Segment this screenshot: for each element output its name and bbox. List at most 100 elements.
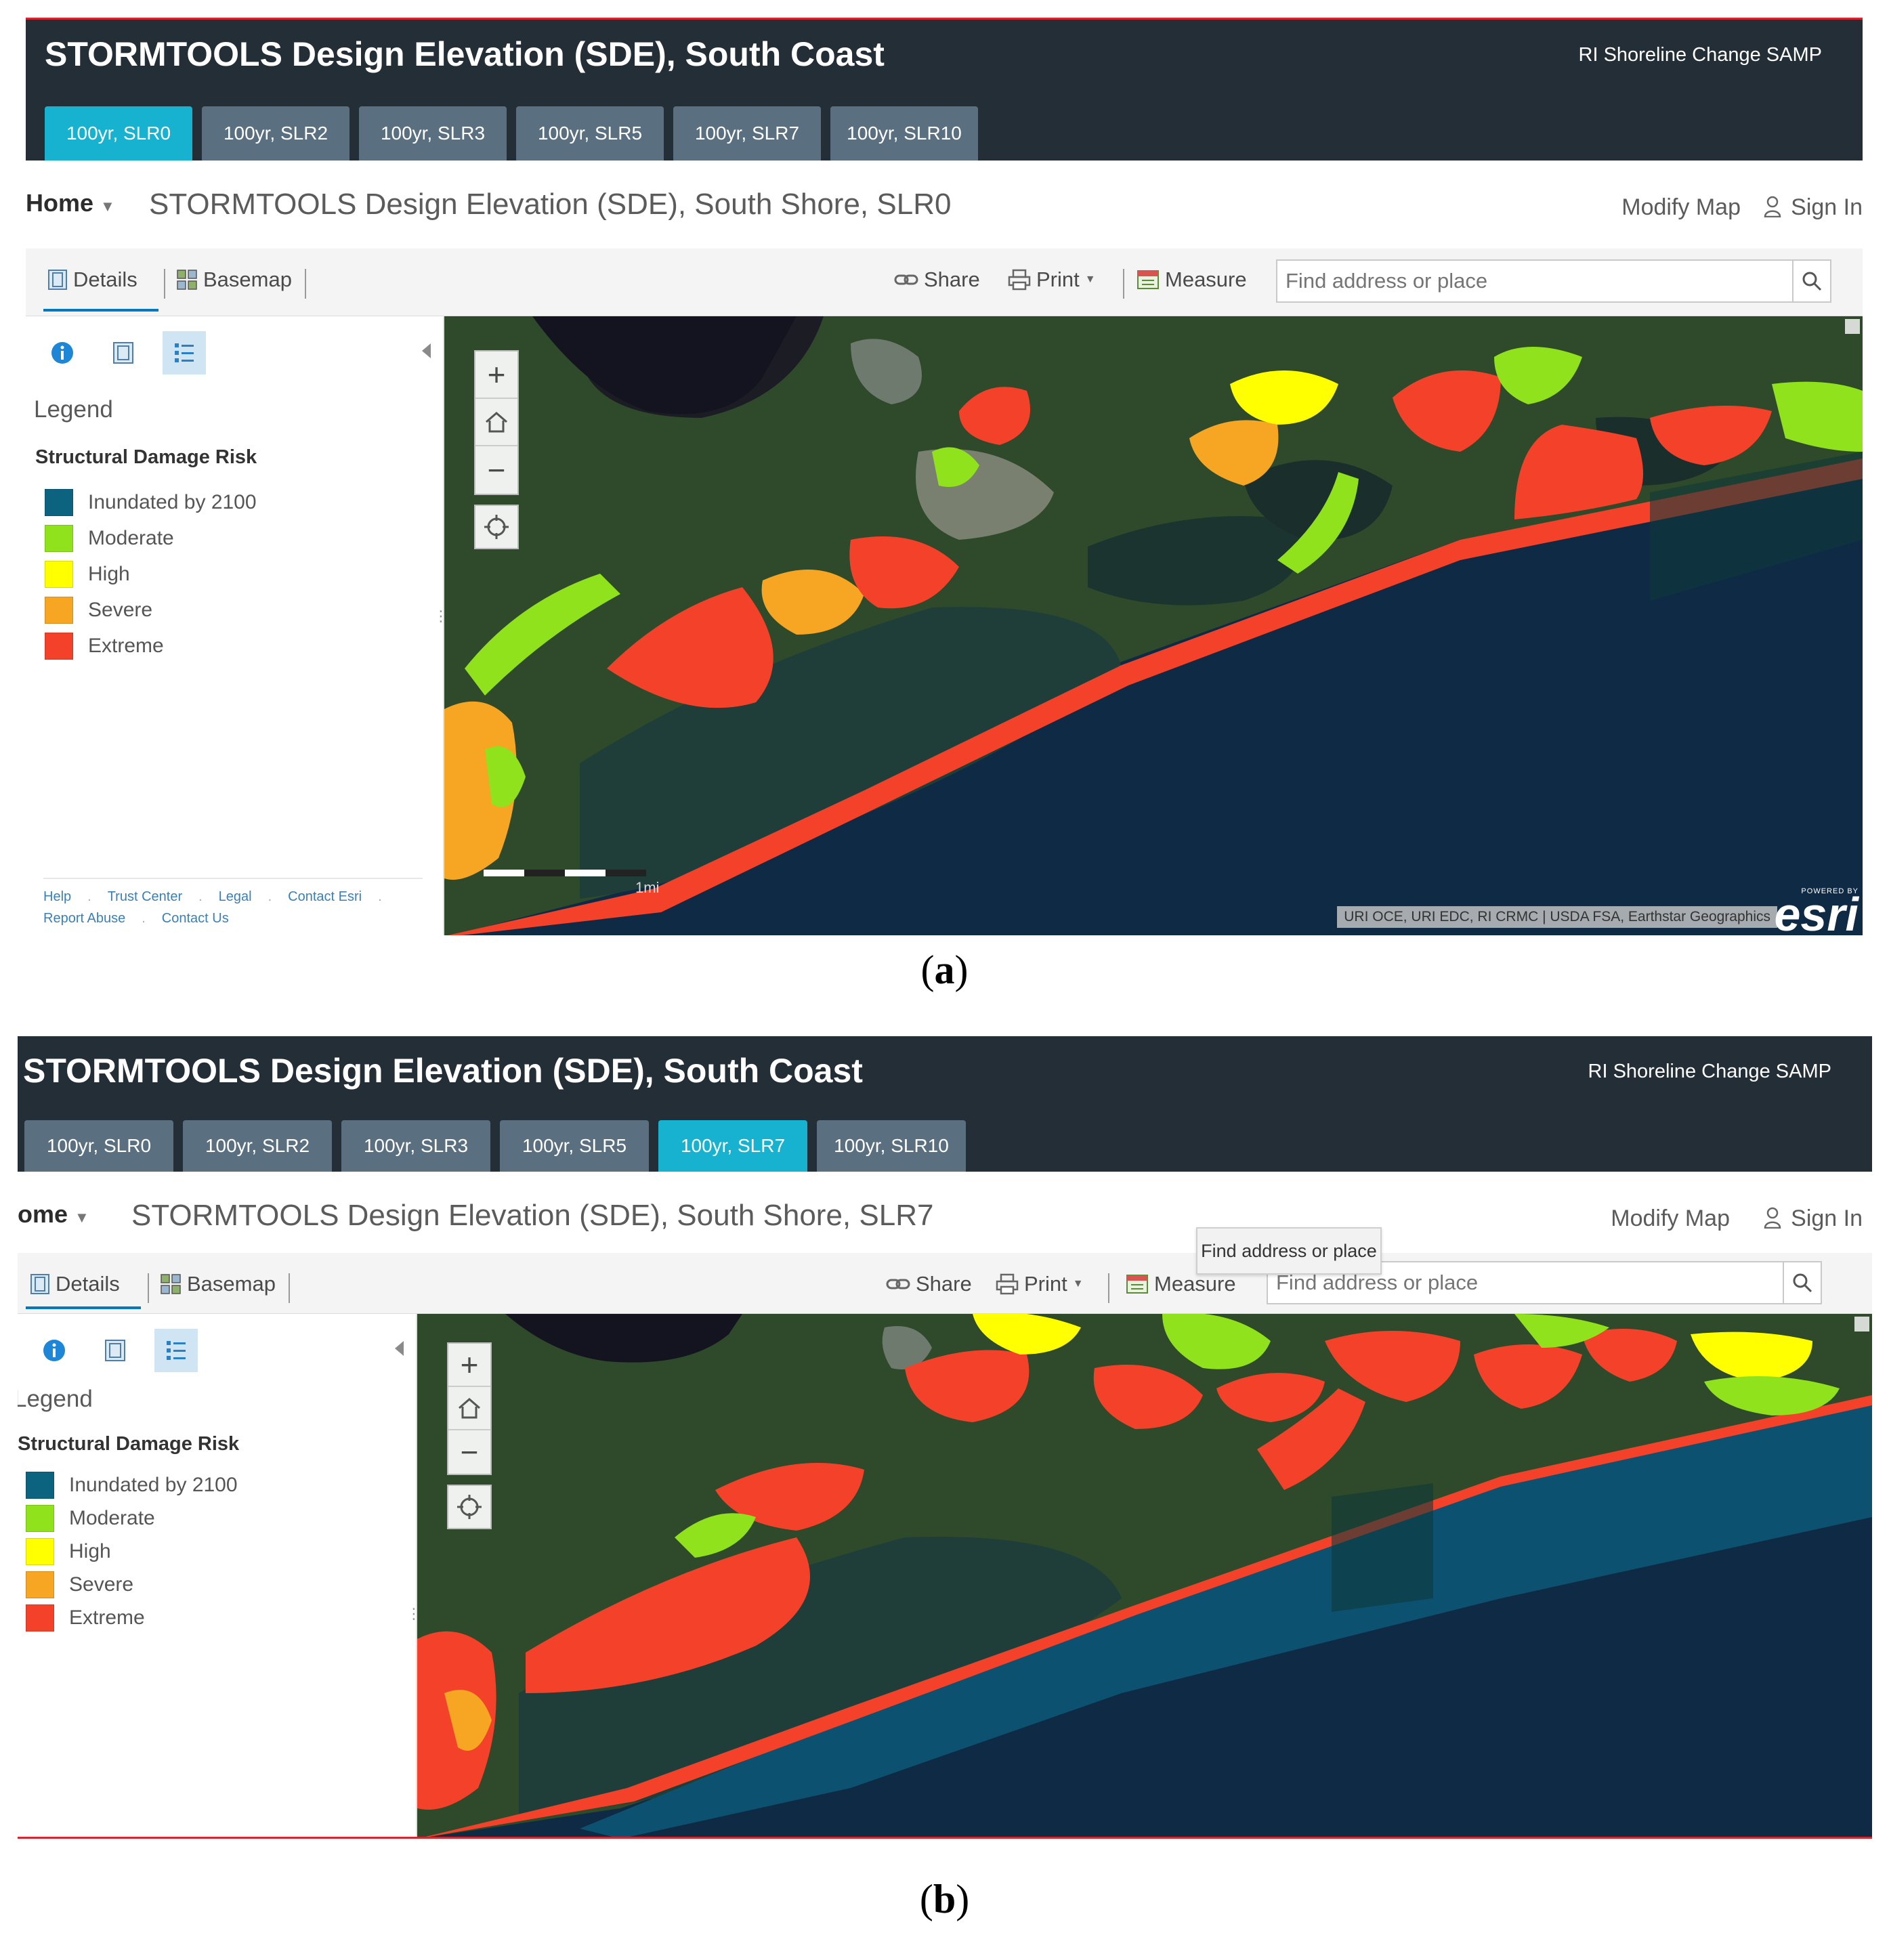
basemap-button[interactable]: Basemap bbox=[176, 268, 292, 292]
print-button[interactable]: Print ▼ bbox=[1008, 268, 1096, 292]
sidebar-footer: Help. Trust Center. Legal. Contact Esri. Re… bbox=[43, 878, 423, 929]
toolbar-divider bbox=[305, 269, 306, 299]
info-icon bbox=[43, 1340, 65, 1361]
app-title: STORMTOOLS Design Elevation (SDE), South… bbox=[23, 1052, 863, 1090]
details-icon bbox=[48, 270, 67, 290]
tab-slr0[interactable]: 100yr, SLR0 bbox=[45, 106, 192, 161]
measure-label: Measure bbox=[1165, 268, 1247, 291]
modify-map-link[interactable]: Modify Map bbox=[1621, 194, 1741, 221]
footer-link-report-abuse[interactable]: Report Abuse bbox=[43, 911, 125, 926]
legend-swatch bbox=[45, 488, 73, 516]
search-icon bbox=[1793, 1273, 1812, 1293]
locate-button[interactable] bbox=[474, 505, 519, 549]
content-button[interactable] bbox=[93, 1329, 137, 1372]
details-tab-indicator bbox=[43, 309, 158, 312]
map-corner-button[interactable] bbox=[1854, 1317, 1869, 1331]
about-button[interactable] bbox=[41, 331, 84, 375]
zoom-in-button[interactable]: + bbox=[448, 1344, 490, 1387]
tab-slr7[interactable]: 100yr, SLR7 bbox=[673, 106, 821, 161]
collapse-sidebar-button[interactable] bbox=[395, 1341, 404, 1356]
legend-item: High bbox=[45, 556, 257, 592]
tab-slr5[interactable]: 100yr, SLR5 bbox=[516, 106, 664, 161]
content-icon bbox=[105, 1340, 125, 1361]
home-extent-button[interactable] bbox=[475, 399, 517, 446]
footer-separator: . bbox=[142, 911, 146, 926]
details-button[interactable]: Details bbox=[30, 1272, 120, 1296]
share-label: Share bbox=[916, 1272, 972, 1296]
tab-bar: 100yr, SLR0 100yr, SLR2 100yr, SLR3 100y… bbox=[45, 106, 978, 161]
search-button[interactable] bbox=[1792, 261, 1830, 301]
tab-slr10[interactable]: 100yr, SLR10 bbox=[817, 1120, 966, 1172]
modify-map-link[interactable]: Modify Map bbox=[1611, 1206, 1730, 1232]
footer-link-help[interactable]: Help bbox=[43, 889, 71, 904]
tab-slr5[interactable]: 100yr, SLR5 bbox=[500, 1120, 649, 1172]
share-label: Share bbox=[924, 268, 980, 291]
measure-icon bbox=[1126, 1275, 1148, 1294]
legend-item: Extreme bbox=[45, 628, 257, 664]
basemap-label: Basemap bbox=[203, 268, 292, 291]
legend-swatch bbox=[26, 1604, 54, 1632]
toolbar-divider bbox=[1108, 1273, 1109, 1303]
about-button[interactable] bbox=[33, 1329, 76, 1372]
measure-button[interactable]: Measure bbox=[1137, 268, 1247, 292]
basemap-icon bbox=[161, 1274, 181, 1294]
locate-icon bbox=[484, 515, 509, 539]
tab-slr3[interactable]: 100yr, SLR3 bbox=[341, 1120, 490, 1172]
sign-in-label: Sign In bbox=[1791, 194, 1863, 220]
legend-label: Extreme bbox=[69, 1606, 145, 1629]
sidebar-icon-bar bbox=[41, 331, 206, 375]
content-icon bbox=[113, 342, 133, 364]
tab-slr0[interactable]: 100yr, SLR0 bbox=[24, 1120, 173, 1172]
tab-slr2[interactable]: 100yr, SLR2 bbox=[183, 1120, 332, 1172]
legend-button[interactable] bbox=[154, 1329, 198, 1372]
content-button[interactable] bbox=[102, 331, 145, 375]
print-label: Print bbox=[1024, 1272, 1067, 1296]
app-subtitle: RI Shoreline Change SAMP bbox=[1588, 1061, 1831, 1082]
print-button[interactable]: Print ▼ bbox=[996, 1272, 1084, 1296]
basemap-button[interactable]: Basemap bbox=[160, 1272, 276, 1296]
sign-in-link[interactable]: Sign In bbox=[1764, 1206, 1863, 1232]
legend-swatch bbox=[26, 1471, 54, 1499]
legend-button[interactable] bbox=[163, 331, 206, 375]
sidebar: Legend Structural Damage Risk Inundated … bbox=[26, 316, 448, 935]
chevron-down-icon: ▼ bbox=[1072, 1278, 1084, 1290]
share-button[interactable]: Share bbox=[894, 268, 980, 292]
search-button[interactable] bbox=[1783, 1262, 1821, 1303]
legend-layer-name: Structural Damage Risk bbox=[18, 1433, 240, 1455]
tab-slr2[interactable]: 100yr, SLR2 bbox=[202, 106, 349, 161]
locate-icon bbox=[457, 1495, 482, 1519]
zoom-out-button[interactable]: − bbox=[475, 446, 517, 494]
map-view[interactable]: + − 1mi URI OCE, URI EDC, RI CRMC | USDA… bbox=[444, 316, 1863, 935]
zoom-out-button[interactable]: − bbox=[448, 1430, 490, 1474]
measure-button[interactable]: Measure bbox=[1126, 1272, 1236, 1296]
legend-label: Moderate bbox=[69, 1506, 155, 1529]
info-icon bbox=[51, 342, 73, 364]
collapse-sidebar-button[interactable] bbox=[422, 343, 431, 358]
search-input[interactable] bbox=[1277, 261, 1792, 301]
sign-in-link[interactable]: Sign In bbox=[1764, 194, 1863, 221]
footer-link-contact-esri[interactable]: Contact Esri bbox=[288, 889, 362, 904]
map-corner-button[interactable] bbox=[1845, 319, 1860, 334]
legend-label: Severe bbox=[69, 1573, 134, 1596]
footer-link-legal[interactable]: Legal bbox=[219, 889, 252, 904]
legend-list: Inundated by 2100 Moderate High Severe E… bbox=[26, 1468, 238, 1634]
home-menu[interactable]: Home ▼ bbox=[26, 189, 115, 217]
footer-link-trust-center[interactable]: Trust Center bbox=[108, 889, 182, 904]
details-button[interactable]: Details bbox=[47, 268, 137, 292]
tab-slr10[interactable]: 100yr, SLR10 bbox=[830, 106, 978, 161]
home-menu[interactable]: Home ▼ bbox=[18, 1200, 89, 1229]
measure-icon bbox=[1137, 270, 1159, 289]
tab-slr3[interactable]: 100yr, SLR3 bbox=[359, 106, 507, 161]
map-view[interactable]: + − bbox=[417, 1314, 1872, 1837]
legend-swatch bbox=[45, 632, 73, 660]
home-extent-button[interactable] bbox=[448, 1387, 490, 1430]
details-label: Details bbox=[56, 1272, 120, 1296]
locate-button[interactable] bbox=[447, 1485, 492, 1529]
footer-link-contact-us[interactable]: Contact Us bbox=[162, 911, 229, 926]
share-button[interactable]: Share bbox=[886, 1272, 972, 1296]
panel-a: STORMTOOLS Design Elevation (SDE), South… bbox=[0, 0, 1889, 945]
tab-slr7[interactable]: 100yr, SLR7 bbox=[658, 1120, 807, 1172]
legend-item: Inundated by 2100 bbox=[45, 484, 257, 520]
zoom-in-button[interactable]: + bbox=[475, 351, 517, 399]
caption-letter: b bbox=[933, 1877, 956, 1921]
